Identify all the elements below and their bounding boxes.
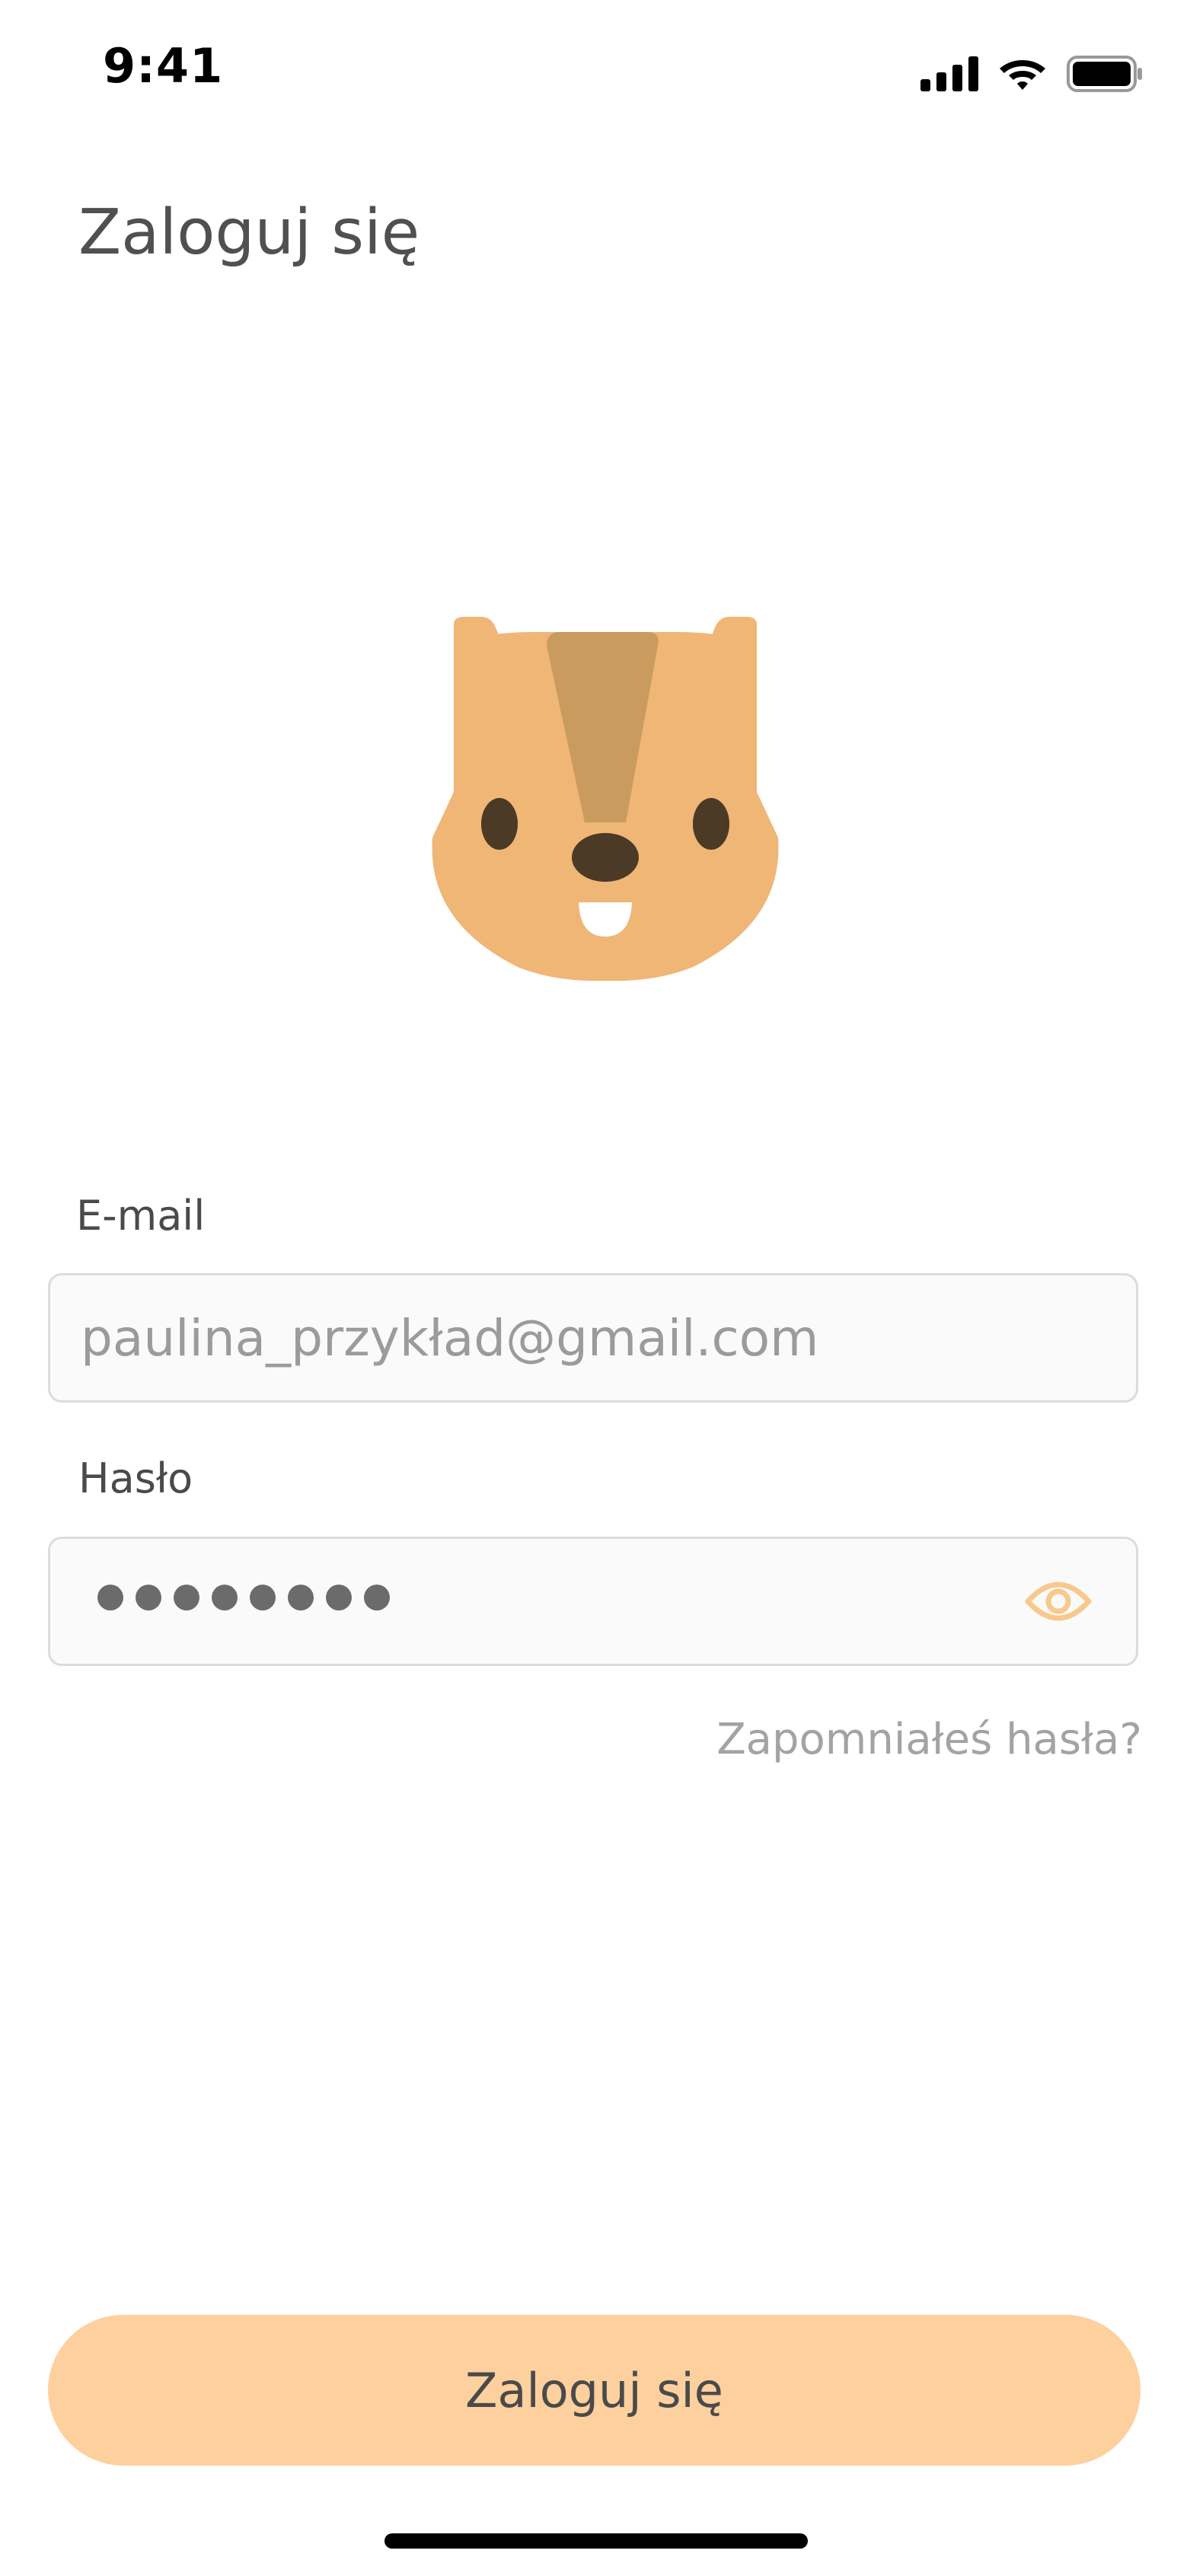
wifi-icon [1000,60,1045,90]
email-label: E-mail [76,1192,206,1240]
password-dot [326,1585,352,1610]
status-bar: 9:41 [0,0,1190,145]
eye-icon[interactable] [1023,1574,1093,1629]
email-field[interactable] [48,1273,1138,1403]
password-field[interactable] [48,1537,1138,1666]
password-label: Hasło [78,1454,193,1502]
password-dot [174,1585,199,1610]
password-dot [288,1585,314,1610]
battery-icon [1067,56,1142,92]
password-dot [212,1585,238,1610]
password-dot [250,1585,276,1610]
login-screen: 9:41 Zaloguj się E-mail paulina_przykład… [0,0,1190,2576]
signal-icon [920,56,978,91]
status-icons [920,55,1143,93]
page-title: Zaloguj się [78,196,420,269]
password-masked-value [97,1585,390,1610]
home-indicator [384,2533,808,2549]
password-dot [364,1585,390,1610]
password-dot [97,1585,123,1610]
chipmunk-mascot-icon [432,617,779,982]
password-dot [136,1585,161,1610]
email-input[interactable] [81,1275,1101,1400]
status-time: 9:41 [103,38,224,94]
login-button[interactable]: Zaloguj się [48,2315,1141,2466]
forgot-password-link[interactable]: Zapomniałeś hasła? [716,1715,1142,1764]
